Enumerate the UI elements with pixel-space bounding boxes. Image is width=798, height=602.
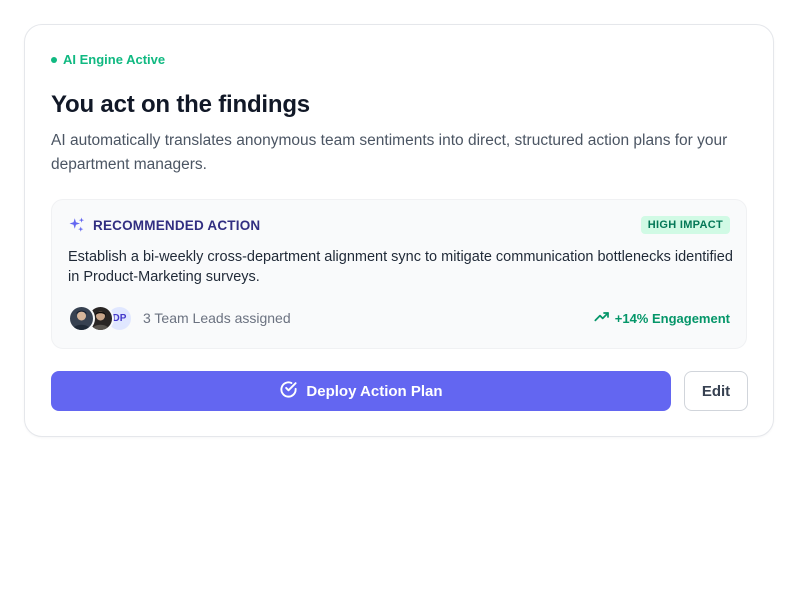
avatar-stack[interactable]: DP	[68, 304, 133, 332]
sparkles-icon	[68, 216, 86, 234]
card-description: AI automatically translates anonymous te…	[51, 132, 728, 173]
deploy-action-plan-button[interactable]: Deploy Action Plan	[51, 371, 671, 411]
card-title: You act on the findings	[51, 91, 310, 118]
engagement-metric: +14% Engagement	[594, 309, 730, 328]
deploy-button-label: Deploy Action Plan	[306, 382, 443, 400]
recommendation-footer: DP 3 Team Leads assigned +14% Engagement	[68, 304, 730, 332]
edit-button[interactable]: Edit	[684, 371, 748, 411]
assigned-count-text: 3 Team Leads assigned	[143, 310, 291, 326]
impact-badge: HIGH IMPACT	[640, 216, 730, 234]
recommended-action-text: Establish a bi-weekly cross-department a…	[68, 249, 733, 285]
status-label: AI Engine Active	[63, 52, 166, 67]
status-dot-icon	[51, 56, 57, 63]
assignees: DP 3 Team Leads assigned	[68, 304, 291, 332]
engagement-value: +14% Engagement	[614, 310, 730, 326]
recommended-action-label: RECOMMENDED ACTION	[93, 217, 261, 233]
check-circle-icon	[279, 380, 298, 403]
trending-up-icon	[594, 309, 610, 328]
recommended-action-header: RECOMMENDED ACTION	[68, 216, 260, 234]
recommended-action-panel: RECOMMENDED ACTION HIGH IMPACT Establish…	[51, 199, 747, 349]
ai-engine-status: AI Engine Active	[51, 52, 165, 67]
avatar	[68, 304, 95, 332]
action-plan-card: AI Engine Active You act on the findings…	[24, 24, 774, 437]
